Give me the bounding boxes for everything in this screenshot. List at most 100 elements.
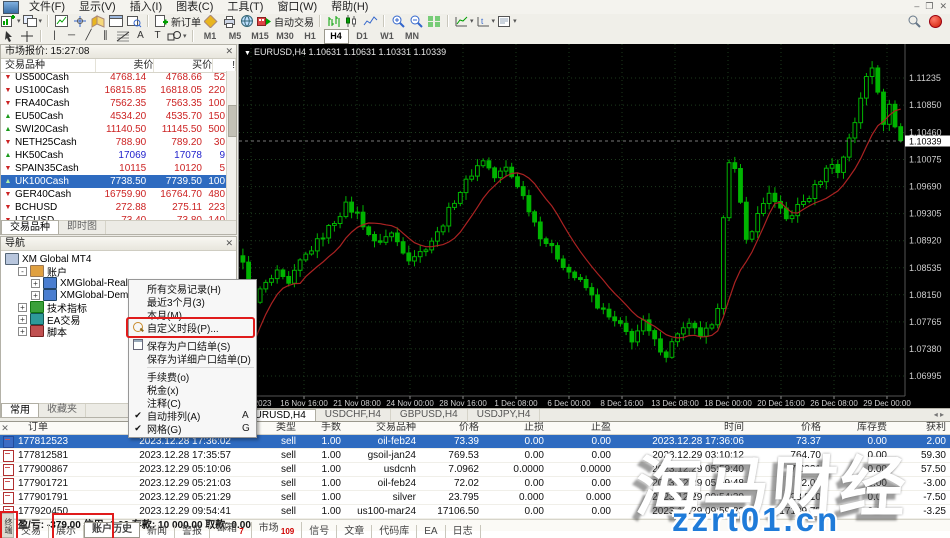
navigator-tab[interactable]: 收藏夹 <box>39 404 86 417</box>
market-watch-tab[interactable]: 交易品种 <box>1 220 59 234</box>
timeframe-mn[interactable]: MN <box>401 30 424 43</box>
navigator-toggle[interactable] <box>90 14 106 28</box>
menu-item-保存为详细户[interactable]: 保存为详细户口结单(D) <box>129 352 256 365</box>
expander-icon[interactable]: + <box>31 291 40 300</box>
market-watch-row[interactable]: ▲UK100Cash7738.507739.50100 <box>1 175 227 188</box>
zoom-out-button[interactable] <box>408 14 424 28</box>
market-watch-tab[interactable]: 即时图 <box>59 221 106 234</box>
fibonacci-tool[interactable] <box>115 29 131 43</box>
terminal-toggle[interactable] <box>108 14 124 28</box>
vline-tool[interactable]: | <box>46 29 63 43</box>
orders-col-4[interactable]: 交易品种 <box>345 422 420 434</box>
timeframe-h1[interactable]: H1 <box>299 30 322 43</box>
expander-icon[interactable]: + <box>31 279 40 288</box>
profiles-button[interactable]: ▾ <box>23 14 43 28</box>
timeframe-m1[interactable]: M1 <box>199 30 222 43</box>
market-watch-row[interactable]: ▲SWI20Cash11140.5011145.50500 <box>1 123 227 136</box>
menu-window[interactable]: 窗口(W) <box>270 0 324 14</box>
timeframe-m15[interactable]: M15 <box>249 30 272 43</box>
terminal-side-tab[interactable]: 终端 <box>1 513 14 538</box>
hline-tool[interactable]: ─ <box>63 29 80 43</box>
text-tool[interactable]: A <box>132 29 149 43</box>
channel-tool[interactable]: ∥ <box>97 29 114 43</box>
orders-col-8[interactable]: 时间 <box>615 422 748 434</box>
close-button[interactable]: ✕ <box>939 0 947 13</box>
strategy-tester-toggle[interactable] <box>126 14 142 28</box>
minimize-button[interactable]: – <box>914 0 919 13</box>
orders-col-7[interactable]: 止盈 <box>548 422 615 434</box>
templates-button[interactable]: ▾ <box>497 14 517 28</box>
order-row[interactable]: 1779017212023.12.29 05:21:03sell1.00oil-… <box>0 477 950 491</box>
expander-icon[interactable]: + <box>18 315 27 324</box>
new-order-button[interactable]: 新订单 <box>154 14 201 28</box>
scrollbar-thumb[interactable] <box>228 105 237 137</box>
new-chart-button[interactable]: ▾ <box>1 14 21 28</box>
terminal-tab-邮箱[interactable]: 邮箱 7 <box>210 522 252 538</box>
market-watch-row[interactable]: ▲HK50Cash17069170789 <box>1 149 227 162</box>
crosshair-tool[interactable] <box>19 29 35 43</box>
tile-windows-button[interactable] <box>426 14 442 28</box>
restore-button[interactable]: ❐ <box>925 0 933 13</box>
menu-file[interactable]: 文件(F) <box>22 0 72 14</box>
cursor-tool[interactable] <box>1 29 17 43</box>
metaeditor-button[interactable] <box>203 14 219 28</box>
expander-icon[interactable]: + <box>18 303 27 312</box>
tree-item-账户[interactable]: -账户 <box>1 265 236 277</box>
orders-col-10[interactable]: 库存费 <box>825 422 891 434</box>
order-row[interactable]: 1779017912023.12.29 05:21:29sell1.00silv… <box>0 491 950 505</box>
chart-canvas[interactable]: 1.112351.108501.104601.100751.096901.093… <box>238 44 950 408</box>
timeframe-d1[interactable]: D1 <box>351 30 374 43</box>
market-watch-row[interactable]: ▼GER40Cash16759.9016764.70480 <box>1 188 227 201</box>
terminal-tab-交易[interactable]: 交易 <box>14 525 49 538</box>
close-icon[interactable]: ✕ <box>225 237 233 250</box>
orders-col-6[interactable]: 止损 <box>483 422 548 434</box>
navigator-tab[interactable]: 常用 <box>1 403 39 417</box>
terminal-tab-日志[interactable]: 日志 <box>446 525 481 538</box>
market-watch-row[interactable]: ▼US100Cash16815.8516818.05220 <box>1 84 227 97</box>
timeframe-m30[interactable]: M30 <box>274 30 297 43</box>
order-row[interactable]: 1779008672023.12.29 05:10:06sell1.00usdc… <box>0 463 950 477</box>
web-button[interactable] <box>239 14 255 28</box>
market-watch-row[interactable]: ▼BCHUSD272.88275.11223 <box>1 201 227 214</box>
line-chart-button[interactable] <box>362 14 378 28</box>
indicators-button[interactable]: ▾ <box>454 14 474 28</box>
terminal-tab-信号[interactable]: 信号 <box>302 525 337 538</box>
orders-col-3[interactable]: 手数 <box>300 422 345 434</box>
orders-col-11[interactable]: 获利 <box>891 422 950 434</box>
market-watch-row[interactable]: ▼NETH25Cash788.90789.2030 <box>1 136 227 149</box>
notifications-badge[interactable] <box>929 15 942 28</box>
expander-icon[interactable]: + <box>18 327 27 336</box>
market-watch-row[interactable]: ▲EU50Cash4534.204535.70150 <box>1 110 227 123</box>
menu-view[interactable]: 显示(V) <box>72 0 123 14</box>
menu-help[interactable]: 帮助(H) <box>324 0 375 14</box>
tree-item-xm-global-mt4[interactable]: XM Global MT4 <box>1 253 236 265</box>
market-watch-row[interactable]: ▼FRA40Cash7562.357563.35100 <box>1 97 227 110</box>
market-watch-row[interactable]: ▼SPAIN35Cash10115101205 <box>1 162 227 175</box>
shapes-tool[interactable]: ▾ <box>167 29 187 43</box>
market-watch-scrollbar[interactable] <box>226 71 236 221</box>
menu-charts[interactable]: 图表(C) <box>169 0 220 14</box>
timeframe-h4[interactable]: H4 <box>324 29 349 44</box>
terminal-tab-展示[interactable]: 展示 <box>49 525 84 538</box>
search-button[interactable] <box>906 14 922 28</box>
trendline-tool[interactable]: ╱ <box>80 29 97 43</box>
candles-button[interactable] <box>344 14 360 28</box>
timeframe-w1[interactable]: W1 <box>376 30 399 43</box>
market-watch-row[interactable]: ▼US500Cash4768.144768.6652 <box>1 71 227 84</box>
data-window-toggle[interactable] <box>72 14 88 28</box>
periods-button[interactable]: t▾ <box>476 14 496 28</box>
market-watch-toggle[interactable] <box>54 14 70 28</box>
label-tool[interactable]: T <box>149 29 166 43</box>
orders-col-0[interactable]: 订单 <box>10 422 110 434</box>
close-icon[interactable]: ✕ <box>225 45 233 58</box>
menu-insert[interactable]: 插入(I) <box>123 0 169 14</box>
timeframe-m5[interactable]: M5 <box>224 30 247 43</box>
terminal-tab-账户历史[interactable]: 账户历史 <box>84 522 140 538</box>
terminal-tab-文章[interactable]: 文章 <box>337 525 372 538</box>
menu-tools[interactable]: 工具(T) <box>220 0 270 14</box>
terminal-tab-EA[interactable]: EA <box>417 525 445 538</box>
order-row[interactable]: 1779204502023.12.29 09:54:41sell1.00us10… <box>0 505 950 519</box>
terminal-tab-市场[interactable]: 市场 109 <box>252 522 303 538</box>
bars-button[interactable] <box>326 14 342 28</box>
order-row[interactable]: 1778125812023.12.28 17:35:57sell1.00gsoi… <box>0 449 950 463</box>
